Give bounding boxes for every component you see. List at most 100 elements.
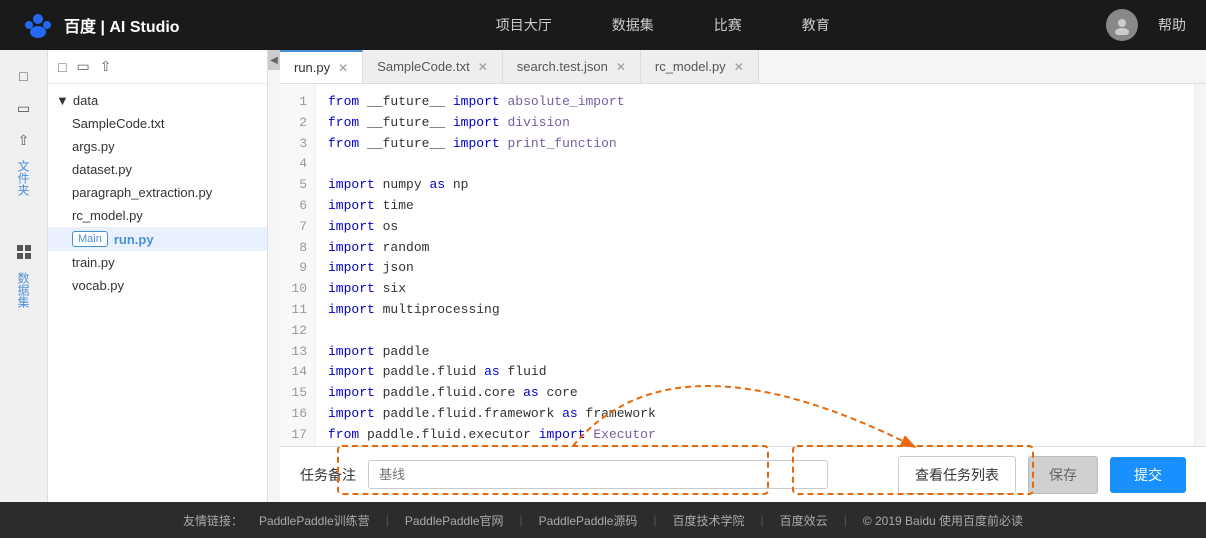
file-name: train.py <box>72 255 115 270</box>
folder-name: data <box>73 93 98 108</box>
line-number: 8 <box>288 238 307 259</box>
footer-link-4[interactable]: 百度效云 <box>780 512 828 529</box>
file-name: vocab.py <box>72 278 124 293</box>
footer-link-0[interactable]: PaddlePaddle训练营 <box>259 512 370 529</box>
bottom-bar-wrapper: 任务备注 查看任务列表 保存 提交 <box>280 446 1206 502</box>
upload-file-icon[interactable]: ⇧ <box>100 58 112 75</box>
save-button[interactable]: 保存 <box>1028 456 1098 494</box>
file-tree-panel: □ ▭ ⇧ ▼ data SampleCode.txt args.py data… <box>48 50 268 502</box>
datasets-icon-btn[interactable] <box>8 236 40 268</box>
tab-rc-model[interactable]: rc_model.py ✕ <box>641 50 759 83</box>
file-name: dataset.py <box>72 162 132 177</box>
baidu-icon <box>20 7 56 43</box>
bottom-right: 查看任务列表 保存 提交 <box>898 456 1186 494</box>
footer: 友情链接： PaddlePaddle训练营 | PaddlePaddle官网 |… <box>0 502 1206 538</box>
tab-close-icon[interactable]: ✕ <box>734 60 744 74</box>
code-line: import os <box>328 217 1182 238</box>
line-number: 13 <box>288 342 307 363</box>
top-nav-right: 帮助 <box>1106 9 1186 41</box>
list-item[interactable]: vocab.py <box>48 274 267 297</box>
logo-text: 百度 | AI Studio <box>64 13 180 37</box>
footer-link-1[interactable]: PaddlePaddle官网 <box>405 512 504 529</box>
list-item[interactable]: dataset.py <box>48 158 267 181</box>
code-editor: 123456789101112131415161718192021222324 … <box>280 84 1206 446</box>
line-number: 6 <box>288 196 307 217</box>
top-nav: 百度 | AI Studio 项目大厅 数据集 比赛 教育 帮助 <box>0 0 1206 50</box>
view-tasks-button[interactable]: 查看任务列表 <box>898 456 1016 494</box>
line-number: 17 <box>288 425 307 446</box>
line-number: 5 <box>288 175 307 196</box>
icon-sidebar: □ ▭ ⇧ 文件夹 数据集 <box>0 50 48 502</box>
code-line: import time <box>328 196 1182 217</box>
list-item[interactable]: paragraph_extraction.py <box>48 181 267 204</box>
new-folder-btn[interactable]: ▭ <box>8 92 40 124</box>
code-line: import paddle.fluid as fluid <box>328 362 1182 383</box>
list-item[interactable]: train.py <box>48 251 267 274</box>
code-line: import multiprocessing <box>328 300 1182 321</box>
task-note-label: 任务备注 <box>300 465 356 485</box>
line-number: 2 <box>288 113 307 134</box>
help-link[interactable]: 帮助 <box>1158 15 1186 35</box>
code-line: from paddle.fluid.executor import Execut… <box>328 425 1182 446</box>
nav-projects[interactable]: 项目大厅 <box>496 15 552 35</box>
tab-label: SampleCode.txt <box>377 59 470 74</box>
editor-area: run.py ✕ SampleCode.txt ✕ search.test.js… <box>280 50 1206 502</box>
nav-education[interactable]: 教育 <box>802 15 830 35</box>
footer-copyright: © 2019 Baidu 使用百度前必读 <box>863 512 1023 529</box>
vertical-scrollbar[interactable] <box>1194 84 1206 446</box>
tab-samplecode[interactable]: SampleCode.txt ✕ <box>363 50 503 83</box>
code-line: import paddle <box>328 342 1182 363</box>
list-item[interactable]: SampleCode.txt <box>48 112 267 135</box>
code-line <box>328 321 1182 342</box>
tab-run-py[interactable]: run.py ✕ <box>280 50 363 83</box>
code-line: import six <box>328 279 1182 300</box>
code-content[interactable]: from __future__ import absolute_importfr… <box>316 84 1194 446</box>
collapse-panel-arrow[interactable]: ◀ <box>268 50 280 70</box>
footer-sep: | <box>653 513 656 527</box>
add-file-icon[interactable]: □ <box>58 59 66 75</box>
avatar[interactable] <box>1106 9 1138 41</box>
list-item[interactable]: rc_model.py <box>48 204 267 227</box>
code-line <box>328 154 1182 175</box>
main-area: □ ▭ ⇧ 文件夹 数据集 □ ▭ ⇧ ▼ data SampleCode.tx… <box>0 50 1206 502</box>
file-name-active: run.py <box>114 232 154 247</box>
code-line: import numpy as np <box>328 175 1182 196</box>
tab-bar: run.py ✕ SampleCode.txt ✕ search.test.js… <box>280 50 1206 84</box>
folder-data[interactable]: ▼ data <box>48 89 267 112</box>
tab-close-icon[interactable]: ✕ <box>616 60 626 74</box>
footer-link-3[interactable]: 百度技术学院 <box>673 512 745 529</box>
code-line: import paddle.fluid.core as core <box>328 383 1182 404</box>
tab-search-test[interactable]: search.test.json ✕ <box>503 50 641 83</box>
nav-contest[interactable]: 比赛 <box>714 15 742 35</box>
datasets-label: 数据集 <box>15 272 32 308</box>
footer-sep: | <box>386 513 389 527</box>
upload-btn[interactable]: ⇧ <box>8 124 40 156</box>
code-line: import paddle.fluid.framework as framewo… <box>328 404 1182 425</box>
line-number: 16 <box>288 404 307 425</box>
submit-button[interactable]: 提交 <box>1110 457 1186 493</box>
file-tree-content: ▼ data SampleCode.txt args.py dataset.py… <box>48 84 267 502</box>
list-item-active[interactable]: Main run.py <box>48 227 267 251</box>
new-file-btn[interactable]: □ <box>8 60 40 92</box>
file-name: paragraph_extraction.py <box>72 185 212 200</box>
line-number: 7 <box>288 217 307 238</box>
tab-close-icon[interactable]: ✕ <box>338 61 348 75</box>
main-badge: Main <box>72 231 108 247</box>
code-line: import json <box>328 258 1182 279</box>
add-folder-icon[interactable]: ▭ <box>76 58 89 75</box>
baseline-input[interactable] <box>368 460 828 489</box>
footer-link-2[interactable]: PaddlePaddle源码 <box>539 512 638 529</box>
footer-sep: | <box>844 513 847 527</box>
logo: 百度 | AI Studio <box>20 7 180 43</box>
tab-close-icon[interactable]: ✕ <box>478 60 488 74</box>
list-item[interactable]: args.py <box>48 135 267 158</box>
file-name: rc_model.py <box>72 208 143 223</box>
code-line: import random <box>328 238 1182 259</box>
line-number: 12 <box>288 321 307 342</box>
nav-datasets[interactable]: 数据集 <box>612 15 654 35</box>
chevron-down-icon: ▼ <box>56 93 69 108</box>
code-line: from __future__ import division <box>328 113 1182 134</box>
file-name: args.py <box>72 139 115 154</box>
line-number: 11 <box>288 300 307 321</box>
line-number: 15 <box>288 383 307 404</box>
